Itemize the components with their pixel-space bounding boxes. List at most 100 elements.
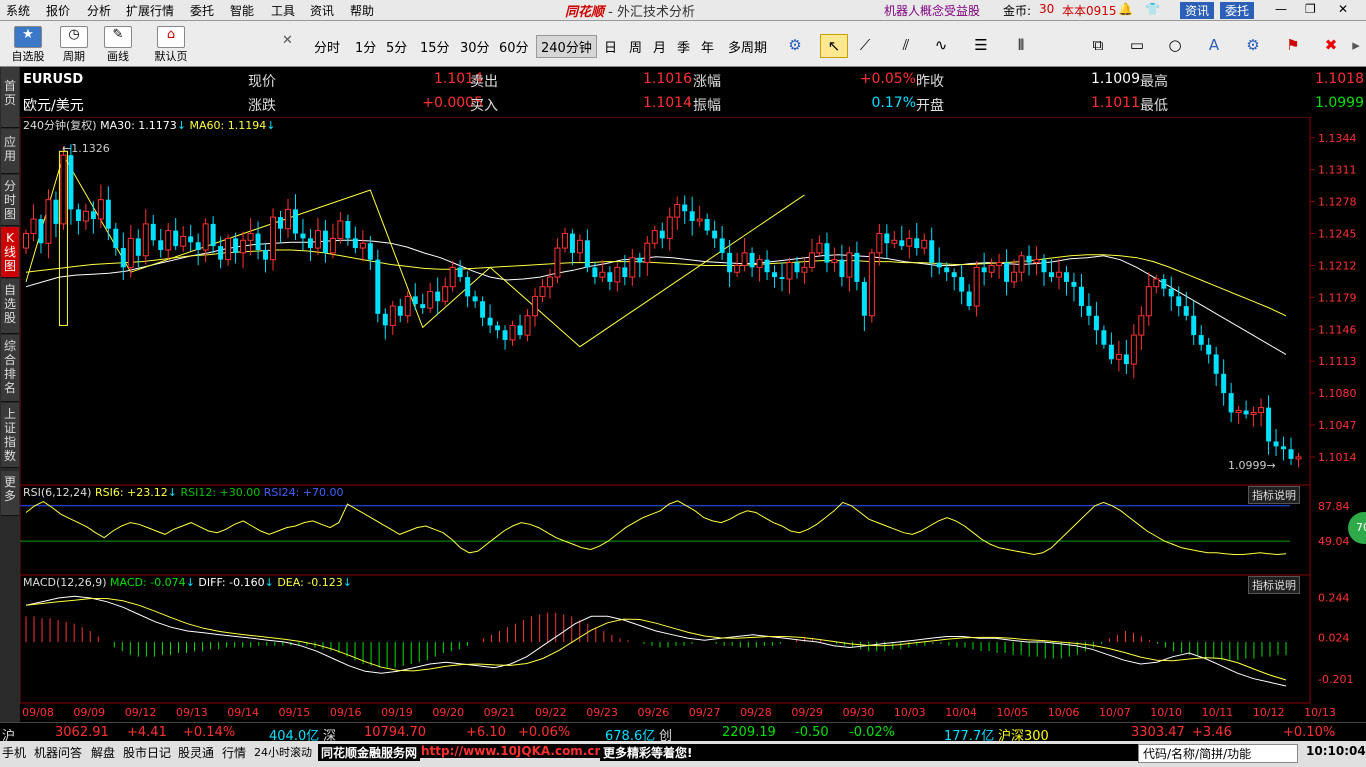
draw-line-button[interactable]: ✎ 画线 <box>100 24 136 64</box>
candle-body <box>120 248 126 268</box>
period-year[interactable]: 年 <box>701 37 714 56</box>
candle-body <box>389 305 396 326</box>
tab-ranking[interactable]: 综合排名 <box>1 335 19 402</box>
tab-home[interactable]: 首页 <box>1 67 19 128</box>
gear-icon[interactable]: ⚙ <box>782 34 808 56</box>
candle-body <box>1048 272 1054 278</box>
brand-ticker[interactable]: 同花顺金融服务网 <box>318 744 420 761</box>
default-page-button[interactable]: ⌂ 默认页 <box>150 24 192 64</box>
line-tool-icon[interactable]: ⟋ <box>852 34 878 56</box>
menu-quote[interactable]: 报价 <box>46 2 70 19</box>
candle-body <box>487 317 493 326</box>
tab-watchlist[interactable]: 自选股 <box>1 279 19 334</box>
candle-body <box>420 304 426 309</box>
tab-intraday[interactable]: 分时图 <box>1 175 19 226</box>
menu-extended-quote[interactable]: 扩展行情 <box>126 2 174 19</box>
period-60min[interactable]: 60分 <box>499 37 529 56</box>
brand-url[interactable]: http://www.10JQKA.com.cn <box>418 744 607 758</box>
candle-body <box>666 216 673 239</box>
chart-frames <box>20 117 1311 704</box>
tab-more[interactable]: 更多 <box>1 471 19 516</box>
period-button[interactable]: ◷ 周期 <box>56 24 92 64</box>
period-fenshi[interactable]: 分时 <box>314 37 340 56</box>
period-week[interactable]: 周 <box>629 37 642 56</box>
cursor-icon[interactable]: ↖ <box>820 34 848 58</box>
news-button[interactable]: 资讯 <box>1180 2 1215 19</box>
candle-body <box>1093 315 1099 331</box>
bottom-item-quote[interactable]: 行情 <box>222 744 246 761</box>
candle-body <box>173 230 179 247</box>
watchlist-button[interactable]: ★ 自选股 <box>8 24 48 64</box>
rectangle-icon[interactable]: ▭ <box>1124 34 1150 56</box>
version-label[interactable]: 本本0915 <box>1062 2 1117 19</box>
period-15min[interactable]: 15分 <box>420 37 450 56</box>
tab-shanghai-index[interactable]: 上证指数 <box>1 403 19 468</box>
period-5min[interactable]: 5分 <box>386 37 407 56</box>
candle-body <box>322 230 328 253</box>
settings-icon[interactable]: ⚙ <box>1240 34 1266 56</box>
candle-body <box>914 238 920 249</box>
period-1min[interactable]: 1分 <box>355 37 376 56</box>
bottom-item-analysis[interactable]: 解盘 <box>91 744 115 761</box>
bell-icon[interactable]: 🔔 <box>1118 2 1133 16</box>
bottom-item-guling[interactable]: 股灵通 <box>178 744 214 761</box>
macd-value: MACD: -0.074 <box>110 576 186 589</box>
candle-body <box>779 277 785 280</box>
candle-body <box>68 155 74 210</box>
period-day[interactable]: 日 <box>604 37 617 56</box>
bottom-item-diary[interactable]: 股市日记 <box>123 744 171 761</box>
candle-body <box>561 233 568 249</box>
parallel-line-icon[interactable]: ⫽ <box>893 34 919 56</box>
menu-smart[interactable]: 智能 <box>230 2 254 19</box>
main-legend: 240分钟(复权) MA30: 1.1173↓ MA60: 1.1194↓ <box>23 117 275 133</box>
kline-chart[interactable]: 1.1344 1.1311 1.1278 1.1245 1.1212 1.1179 1.11… <box>20 117 1366 722</box>
text-tool-icon[interactable]: A <box>1201 34 1227 56</box>
gann-icon[interactable]: ⦀ <box>1008 34 1034 56</box>
coins-value: 30 <box>1039 2 1055 16</box>
channel-icon[interactable]: ⧉ <box>1085 34 1111 56</box>
period-month[interactable]: 月 <box>653 37 666 56</box>
menu-system[interactable]: 系统 <box>6 2 30 19</box>
period-quarter[interactable]: 季 <box>677 37 690 56</box>
wave-tool-icon[interactable]: ∿ <box>928 34 954 56</box>
candle-body <box>524 315 531 336</box>
bottom-item-mobile[interactable]: 手机 <box>2 744 26 761</box>
menu-news[interactable]: 资讯 <box>310 2 334 19</box>
menu-tools[interactable]: 工具 <box>271 2 295 19</box>
menu-help[interactable]: 帮助 <box>350 2 374 19</box>
candle-body <box>105 199 111 229</box>
candle-body <box>142 223 149 257</box>
restore-icon[interactable]: ❐ <box>1305 2 1316 16</box>
period-240min[interactable]: 240分钟 <box>536 35 597 58</box>
ma30-legend: MA30: 1.1173 <box>100 119 177 132</box>
fibonacci-icon[interactable]: ☰ <box>968 34 994 56</box>
candle-body <box>240 239 247 254</box>
circle-icon[interactable]: ○ <box>1162 34 1188 56</box>
delete-icon[interactable]: ✖ <box>1318 34 1344 56</box>
macd-explain-button[interactable]: 指标说明 <box>1248 576 1300 594</box>
candle-body <box>1295 456 1302 460</box>
period-multi[interactable]: 多周期 <box>728 37 767 56</box>
candle-body <box>1071 281 1077 287</box>
x-axis-label: 09/27 <box>689 706 721 719</box>
candle-body <box>359 242 366 249</box>
minimize-icon[interactable]: — <box>1275 2 1287 16</box>
code-search-input[interactable]: 代码/名称/简拼/功能 <box>1138 744 1298 763</box>
menu-trade[interactable]: 委托 <box>190 2 214 19</box>
close-icon[interactable]: ✕ <box>1338 2 1348 16</box>
tab-apps[interactable]: 应用 <box>1 129 19 174</box>
promo-link[interactable]: 机器人概念受益股 <box>884 2 980 19</box>
bookmark-icon[interactable]: ⚑ <box>1280 34 1306 56</box>
scroll-right-icon[interactable]: ▸ <box>1343 34 1366 56</box>
rsi-explain-button[interactable]: 指标说明 <box>1248 486 1300 504</box>
period-30min[interactable]: 30分 <box>460 37 490 56</box>
tab-kline[interactable]: K线图 <box>1 227 19 278</box>
collapse-icon[interactable]: ✕ <box>282 33 293 48</box>
shirt-icon[interactable]: 👕 <box>1145 2 1160 16</box>
menu-analysis[interactable]: 分析 <box>87 2 111 19</box>
candle-body <box>284 208 291 230</box>
bottom-item-qa[interactable]: 机器问答 <box>34 744 82 761</box>
bottom-item-24h[interactable]: 24小时滚动 <box>254 744 312 760</box>
candle-body <box>659 230 665 239</box>
trade-button[interactable]: 委托 <box>1220 2 1255 19</box>
